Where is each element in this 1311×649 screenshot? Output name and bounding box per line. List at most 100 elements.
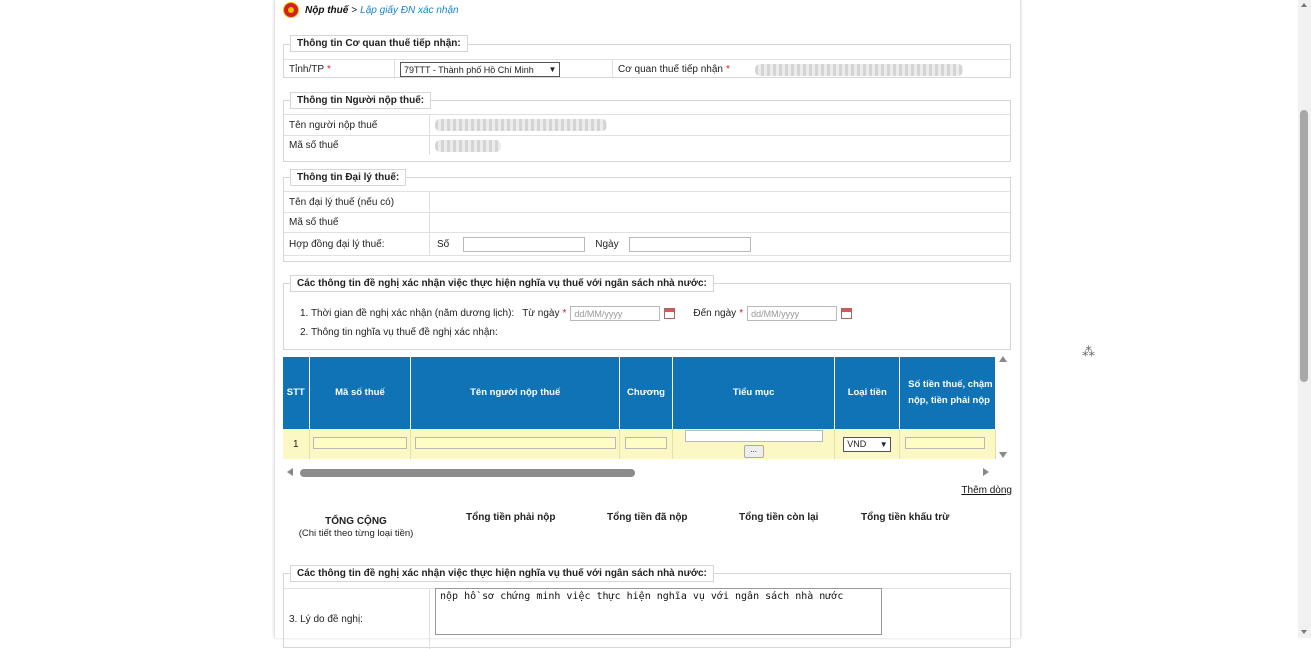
taxpayer-code-row: Mã số thuế bbox=[284, 135, 1010, 155]
obligation-label: 2. Thông tin nghĩa vụ thuế đề nghị xác n… bbox=[300, 327, 498, 338]
col-taxpayer-name: Tên người nộp thuế bbox=[410, 357, 621, 429]
reason-textarea[interactable]: nộp hồ sơ chứng minh việc thực hiện nghĩ… bbox=[435, 588, 882, 635]
page-scroll-down-icon[interactable] bbox=[1301, 630, 1307, 634]
row-sub-item-input[interactable] bbox=[684, 430, 823, 442]
page-scrollbar[interactable] bbox=[1298, 0, 1311, 638]
breadcrumb-root[interactable]: Nộp thuế bbox=[305, 5, 348, 16]
to-date-input[interactable] bbox=[747, 306, 838, 321]
required-mark: * bbox=[739, 308, 744, 319]
province-select-value: 79TTT - Thành phố Hồ Chí Minh bbox=[404, 64, 534, 75]
col-tax-code: Mã số thuế bbox=[309, 357, 412, 429]
from-date-label: Từ ngày bbox=[522, 308, 560, 319]
row-amount-input[interactable] bbox=[905, 436, 986, 449]
contract-number-label: Số bbox=[437, 238, 450, 250]
total-payable-label: Tổng tiền phải nộp bbox=[466, 512, 556, 523]
taxpayer-name-redacted bbox=[435, 119, 607, 131]
row-name-input[interactable] bbox=[414, 436, 616, 449]
table-row: 1 ... VND ▼ bbox=[283, 429, 996, 459]
row-chapter-input[interactable] bbox=[625, 436, 667, 449]
row-tax-code-input[interactable] bbox=[312, 436, 407, 449]
calendar-icon[interactable] bbox=[841, 308, 853, 319]
row-tax-code-cell bbox=[309, 429, 412, 459]
obligation-table: STT Mã số thuế Tên người nộp thuế Chương… bbox=[283, 357, 996, 459]
obligation-grid: STT Mã số thuế Tên người nộp thuế Chương… bbox=[283, 357, 996, 462]
taxpayer-section: Thông tin Người nộp thuế: Tên người nộp … bbox=[283, 92, 1011, 162]
scroll-up-icon[interactable] bbox=[999, 356, 1007, 362]
grid-vertical-scrollbar[interactable] bbox=[997, 354, 1009, 462]
row-amount-cell bbox=[899, 429, 996, 459]
agent-contract-label: Hợp đồng đại lý thuế: bbox=[284, 233, 430, 255]
office-label-text: Cơ quan thuế tiếp nhận bbox=[618, 64, 723, 75]
total-deducted-label: Tổng tiền khấu trừ bbox=[861, 512, 950, 523]
request-section: Các thông tin đề nghị xác nhận việc thực… bbox=[283, 275, 1011, 350]
chevron-down-icon: ▼ bbox=[877, 437, 891, 451]
scroll-down-icon[interactable] bbox=[999, 452, 1007, 458]
currency-value: VND bbox=[847, 439, 867, 449]
province-cell: 79TTT - Thành phố Hồ Chí Minh ▼ bbox=[395, 60, 613, 79]
taxpayer-code-label: Mã số thuế bbox=[284, 136, 430, 155]
required-mark: * bbox=[725, 64, 730, 75]
add-row-link[interactable]: Thêm dòng bbox=[961, 485, 1012, 496]
totals-title: TỔNG CỘNG bbox=[325, 516, 387, 527]
sub-item-picker-button[interactable]: ... bbox=[743, 445, 764, 458]
loading-cursor-icon: ⁂ bbox=[1082, 344, 1095, 359]
page-scroll-up-icon[interactable] bbox=[1301, 3, 1307, 7]
tax-office-redacted[interactable] bbox=[755, 63, 963, 76]
required-mark: * bbox=[327, 64, 331, 75]
scroll-left-icon[interactable] bbox=[287, 468, 293, 476]
col-currency: Loại tiền bbox=[834, 357, 901, 429]
province-label: Tỉnh/TP * bbox=[284, 60, 395, 79]
currency-select[interactable]: VND ▼ bbox=[843, 436, 892, 452]
grid-horizontal-scrollbar[interactable] bbox=[283, 466, 997, 478]
contract-number-input[interactable] bbox=[463, 236, 586, 252]
calendar-icon[interactable] bbox=[664, 308, 676, 319]
taxpayer-code-redacted bbox=[435, 139, 501, 152]
taxpayer-name-row: Tên người nộp thuế bbox=[284, 114, 1010, 135]
row-chapter-cell bbox=[619, 429, 673, 459]
row-sub-item-cell: ... bbox=[672, 429, 836, 459]
col-sub-item: Tiểu mục bbox=[672, 357, 836, 429]
row-currency-cell: VND ▼ bbox=[834, 429, 901, 459]
reason-legend: Các thông tin đề nghị xác nhận việc thực… bbox=[290, 565, 714, 582]
agent-contract-row: Hợp đồng đại lý thuế: Số Ngày bbox=[284, 232, 1010, 256]
contract-date-label: Ngày bbox=[595, 238, 619, 250]
agent-name-label: Tên đại lý thuế (nếu có) bbox=[284, 192, 430, 212]
page-scroll-thumb[interactable] bbox=[1300, 110, 1308, 382]
to-date-label: Đến ngày bbox=[693, 308, 737, 319]
row-name-cell bbox=[410, 429, 621, 459]
chevron-down-icon: ▼ bbox=[546, 63, 559, 76]
office-label: Cơ quan thuế tiếp nhận * bbox=[613, 64, 755, 75]
province-select[interactable]: 79TTT - Thành phố Hồ Chí Minh ▼ bbox=[400, 62, 560, 77]
agent-code-label: Mã số thuế bbox=[284, 213, 430, 232]
contract-date-input[interactable] bbox=[628, 236, 751, 252]
breadcrumb-separator: > bbox=[351, 4, 358, 16]
emblem-icon bbox=[283, 2, 299, 18]
taxpayer-name-label: Tên người nộp thuế bbox=[284, 115, 430, 135]
total-paid-label: Tổng tiền đã nộp bbox=[607, 512, 688, 523]
tax-office-legend: Thông tin Cơ quan thuế tiếp nhận: bbox=[290, 35, 468, 52]
agent-legend: Thông tin Đại lý thuế: bbox=[290, 169, 407, 186]
breadcrumb-current[interactable]: Lập giấy ĐN xác nhận bbox=[360, 5, 458, 16]
from-date-input[interactable] bbox=[570, 306, 661, 321]
scroll-right-icon[interactable] bbox=[983, 468, 989, 476]
taxpayer-legend: Thông tin Người nộp thuế: bbox=[290, 92, 432, 109]
reason-label: 3. Lý do đề nghị: bbox=[284, 589, 430, 649]
province-row: Tỉnh/TP * 79TTT - Thành phố Hồ Chí Minh ▼… bbox=[284, 59, 1010, 79]
province-label-text: Tỉnh/TP bbox=[289, 64, 325, 75]
grid-header-row: STT Mã số thuế Tên người nộp thuế Chương… bbox=[283, 357, 996, 429]
breadcrumb: Nộp thuế > Lập giấy ĐN xác nhận bbox=[283, 2, 459, 18]
agent-section: Thông tin Đại lý thuế: Tên đại lý thuế (… bbox=[283, 169, 1011, 262]
col-amount: Số tiền thuế, chậm nộp, tiền phải nộp bbox=[899, 357, 996, 429]
period-row: 1. Thời gian đề nghị xác nhận (năm dương… bbox=[300, 306, 853, 321]
required-mark: * bbox=[562, 308, 567, 319]
col-stt: STT bbox=[283, 357, 310, 429]
total-remaining-label: Tổng tiền còn lại bbox=[739, 512, 819, 523]
horizontal-scroll-thumb[interactable] bbox=[300, 469, 635, 477]
totals-subtitle: (Chi tiết theo từng loại tiền) bbox=[298, 528, 414, 539]
form-page: Nộp thuế > Lập giấy ĐN xác nhận Thông ti… bbox=[274, 0, 1021, 649]
request-legend: Các thông tin đề nghị xác nhận việc thực… bbox=[290, 275, 714, 292]
period-label: 1. Thời gian đề nghị xác nhận (năm dương… bbox=[300, 308, 515, 319]
row-stt: 1 bbox=[283, 429, 310, 459]
tax-office-section: Thông tin Cơ quan thuế tiếp nhận: Tỉnh/T… bbox=[283, 35, 1011, 79]
col-chapter: Chương bbox=[619, 357, 673, 429]
